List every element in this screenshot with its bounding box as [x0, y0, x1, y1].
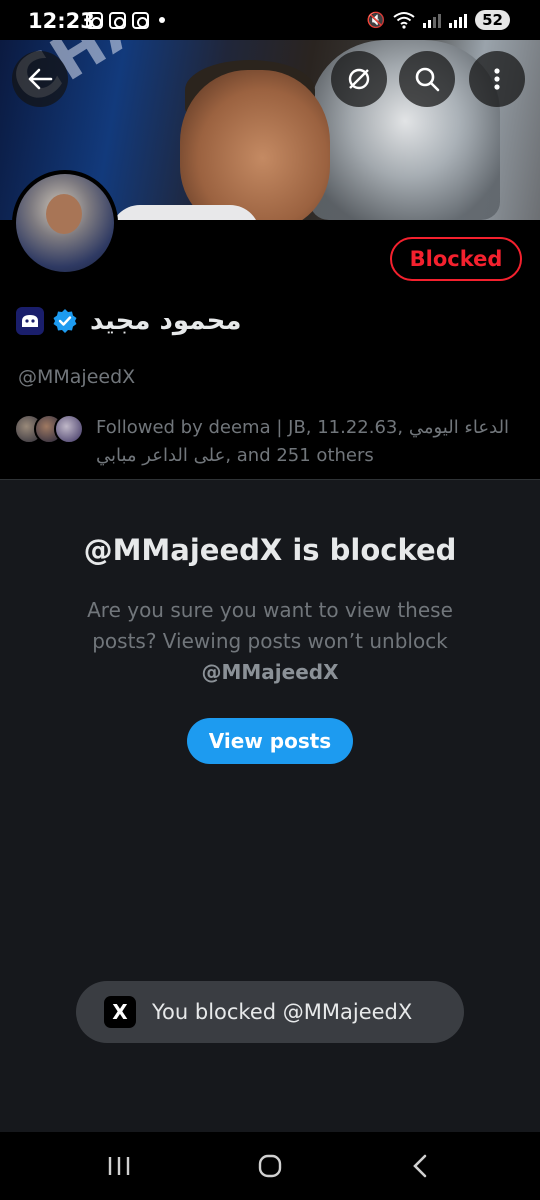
blocked-description: Are you sure you want to view these post…: [60, 595, 480, 688]
follower-avatars: [14, 414, 84, 470]
banner-shirt: [110, 205, 260, 220]
mute-icon: 🔇: [366, 10, 386, 29]
profile-handle: @MMajeedX: [18, 366, 136, 388]
followed-by[interactable]: Followed by deema | JB, 11.22.63, الدعاء…: [14, 414, 524, 470]
followed-by-text: Followed by deema | JB, 11.22.63, الدعاء…: [96, 414, 509, 470]
display-name: محمود مجيد: [90, 306, 242, 336]
instagram-icon: [109, 11, 126, 29]
avatar-image: [16, 174, 114, 272]
profile-avatar[interactable]: [12, 170, 118, 276]
followed-by-line-1: Followed by deema | JB, 11.22.63, الدعاء…: [96, 417, 510, 438]
blocked-panel: @MMajeedX is blocked Are you sure you wa…: [0, 479, 540, 1132]
signal-icon: [449, 12, 468, 28]
status-notification-icons: [86, 11, 165, 29]
instagram-icon: [132, 11, 149, 29]
status-bar: 12:23 🔇 52: [0, 0, 540, 40]
followed-by-line-2: على الداعر مبابي, and 251 others: [96, 445, 374, 466]
chevron-left-icon: [413, 1154, 427, 1178]
arrow-left-icon: [28, 68, 53, 90]
blocked-description-text: Are you sure you want to view these post…: [87, 598, 453, 653]
more-vertical-icon: [494, 68, 500, 90]
search-button[interactable]: [399, 51, 455, 107]
blocked-description-handle: @MMajeedX: [201, 660, 339, 684]
recent-apps-button[interactable]: [99, 1148, 139, 1184]
battery-indicator: 52: [475, 10, 510, 30]
search-icon: [415, 67, 440, 92]
banner-face: [180, 70, 330, 220]
system-back-button[interactable]: [400, 1148, 440, 1184]
view-posts-button[interactable]: View posts: [187, 718, 353, 764]
x-logo-icon: X: [104, 996, 136, 1028]
blocked-button[interactable]: Blocked: [390, 237, 522, 281]
signal-icon: [423, 12, 442, 28]
wifi-icon: [393, 12, 415, 29]
verified-badge-icon: [53, 309, 77, 333]
more-button[interactable]: [469, 51, 525, 107]
home-button[interactable]: [250, 1148, 290, 1184]
blocked-title: @MMajeedX is blocked: [83, 533, 457, 567]
grok-icon: [348, 68, 370, 90]
system-nav-bar: [0, 1132, 540, 1200]
status-time: 12:23: [28, 9, 95, 33]
name-row: محمود مجيد: [16, 303, 241, 339]
toast-text: You blocked @MMajeedX: [152, 1000, 413, 1024]
more-notifications-icon: [159, 17, 165, 23]
ghost-badge-icon: [16, 307, 44, 335]
blocked-toast: X You blocked @MMajeedX: [76, 981, 464, 1043]
home-icon: [258, 1154, 282, 1178]
follower-avatar: [54, 414, 84, 444]
recent-apps-icon: [108, 1157, 130, 1175]
screenshot-icon: [86, 11, 103, 29]
back-button[interactable]: [12, 51, 68, 107]
status-system-icons: 🔇 52: [366, 9, 510, 31]
grok-button[interactable]: [331, 51, 387, 107]
